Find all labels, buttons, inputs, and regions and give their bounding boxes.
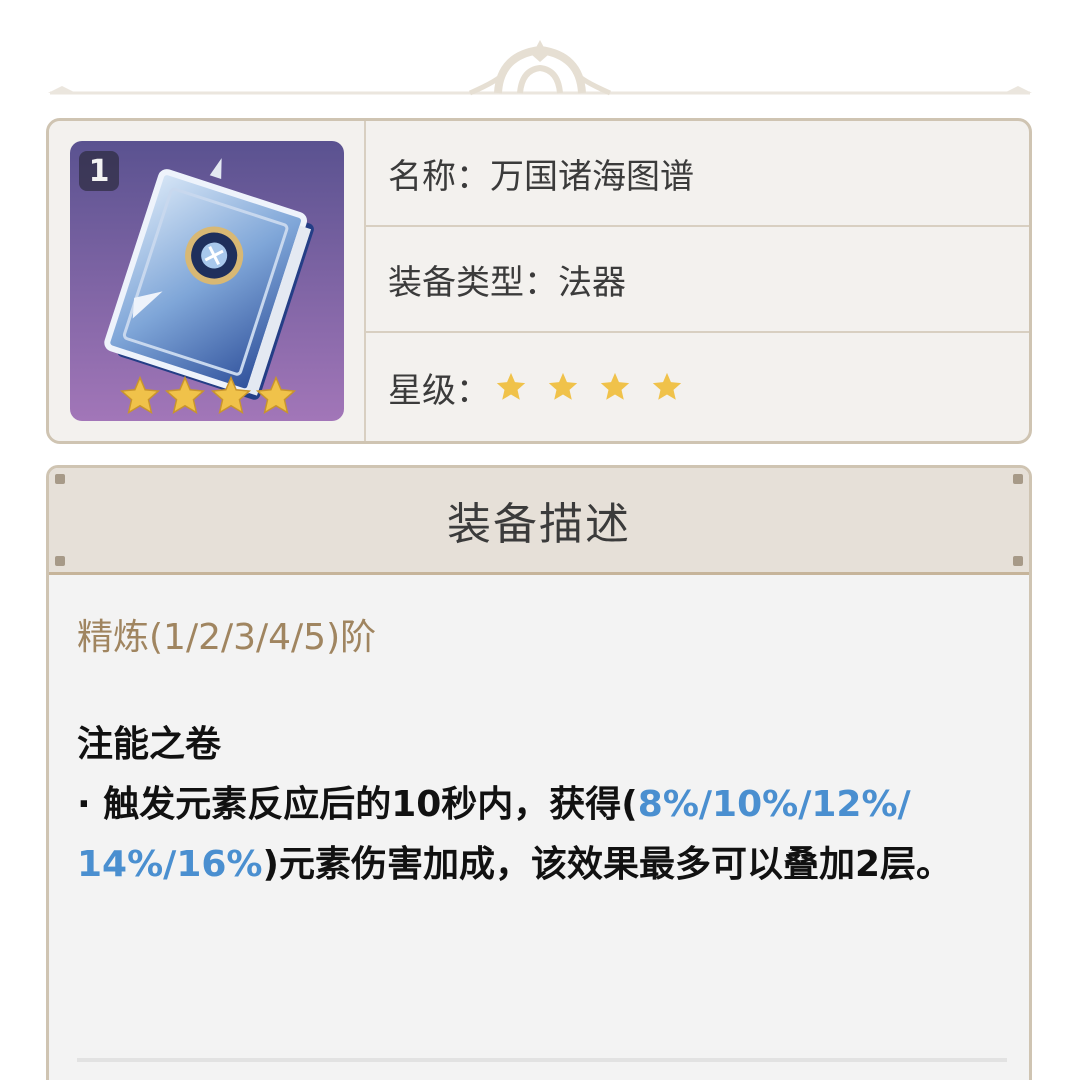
skill-text-part: )元素伤害加成，该效果最多可以叠加2层。 <box>262 844 952 885</box>
description-body: 精炼(1/2/3/4/5)阶 注能之卷 · 触发元素反应后的10秒内，获得(8%… <box>77 608 1007 895</box>
star-icon <box>548 372 578 400</box>
star-icon <box>210 375 251 415</box>
header-ornament <box>48 40 1032 96</box>
type-row: 装备类型： 法器 <box>366 227 1029 333</box>
equipment-info-card: 1 名称： 万国诸海图谱 装备类型： 法器 星级： <box>46 118 1032 444</box>
corner-decoration <box>55 474 65 484</box>
star-icon <box>119 375 161 415</box>
weapon-detail-page: 1 名称： 万国诸海图谱 装备类型： 法器 星级： 装备描述 精炼(1/2/3/… <box>0 0 1080 1080</box>
equipment-description-card: 装备描述 精炼(1/2/3/4/5)阶 注能之卷 · 触发元素反应后的10秒内，… <box>46 465 1032 1080</box>
star-icon <box>255 375 297 415</box>
star-icon <box>600 372 630 400</box>
skill-value-highlight: 14%/16% <box>77 844 263 885</box>
equipment-info-rows: 名称： 万国诸海图谱 装备类型： 法器 星级： <box>366 121 1029 441</box>
weapon-portrait: 1 <box>70 141 344 421</box>
corner-decoration <box>1013 474 1023 484</box>
refine-level-badge: 1 <box>79 151 119 191</box>
skill-value-highlight: 8%/10%/12%/ <box>637 784 911 825</box>
section-divider <box>77 1058 1007 1062</box>
weapon-name: 万国诸海图谱 <box>490 156 694 197</box>
corner-decoration <box>55 556 65 566</box>
portrait-rarity-stars <box>118 374 298 420</box>
name-label: 名称： <box>388 156 490 197</box>
star-icon <box>165 375 206 415</box>
refinement-label: 精炼(1/2/3/4/5)阶 <box>77 617 377 658</box>
passive-skill-name: 注能之卷 <box>77 724 222 765</box>
corner-decoration <box>1013 556 1023 566</box>
star-icon <box>496 372 526 400</box>
type-label: 装备类型： <box>388 262 558 303</box>
rarity-label: 星级： <box>388 370 490 411</box>
weapon-type: 法器 <box>558 262 626 303</box>
star-icon <box>652 372 682 400</box>
skill-text-part: · 触发元素反应后的10秒内，获得( <box>77 784 638 825</box>
rarity-row: 星级： <box>366 333 1029 441</box>
rarity-stars <box>494 370 684 404</box>
name-row: 名称： 万国诸海图谱 <box>366 121 1029 227</box>
description-title: 装备描述 <box>447 499 631 550</box>
passive-skill-text: · 触发元素反应后的10秒内，获得(8%/10%/12%/ 14%/16%)元素伤… <box>77 775 1007 895</box>
description-header: 装备描述 <box>49 468 1029 575</box>
portrait-column: 1 <box>49 121 366 441</box>
